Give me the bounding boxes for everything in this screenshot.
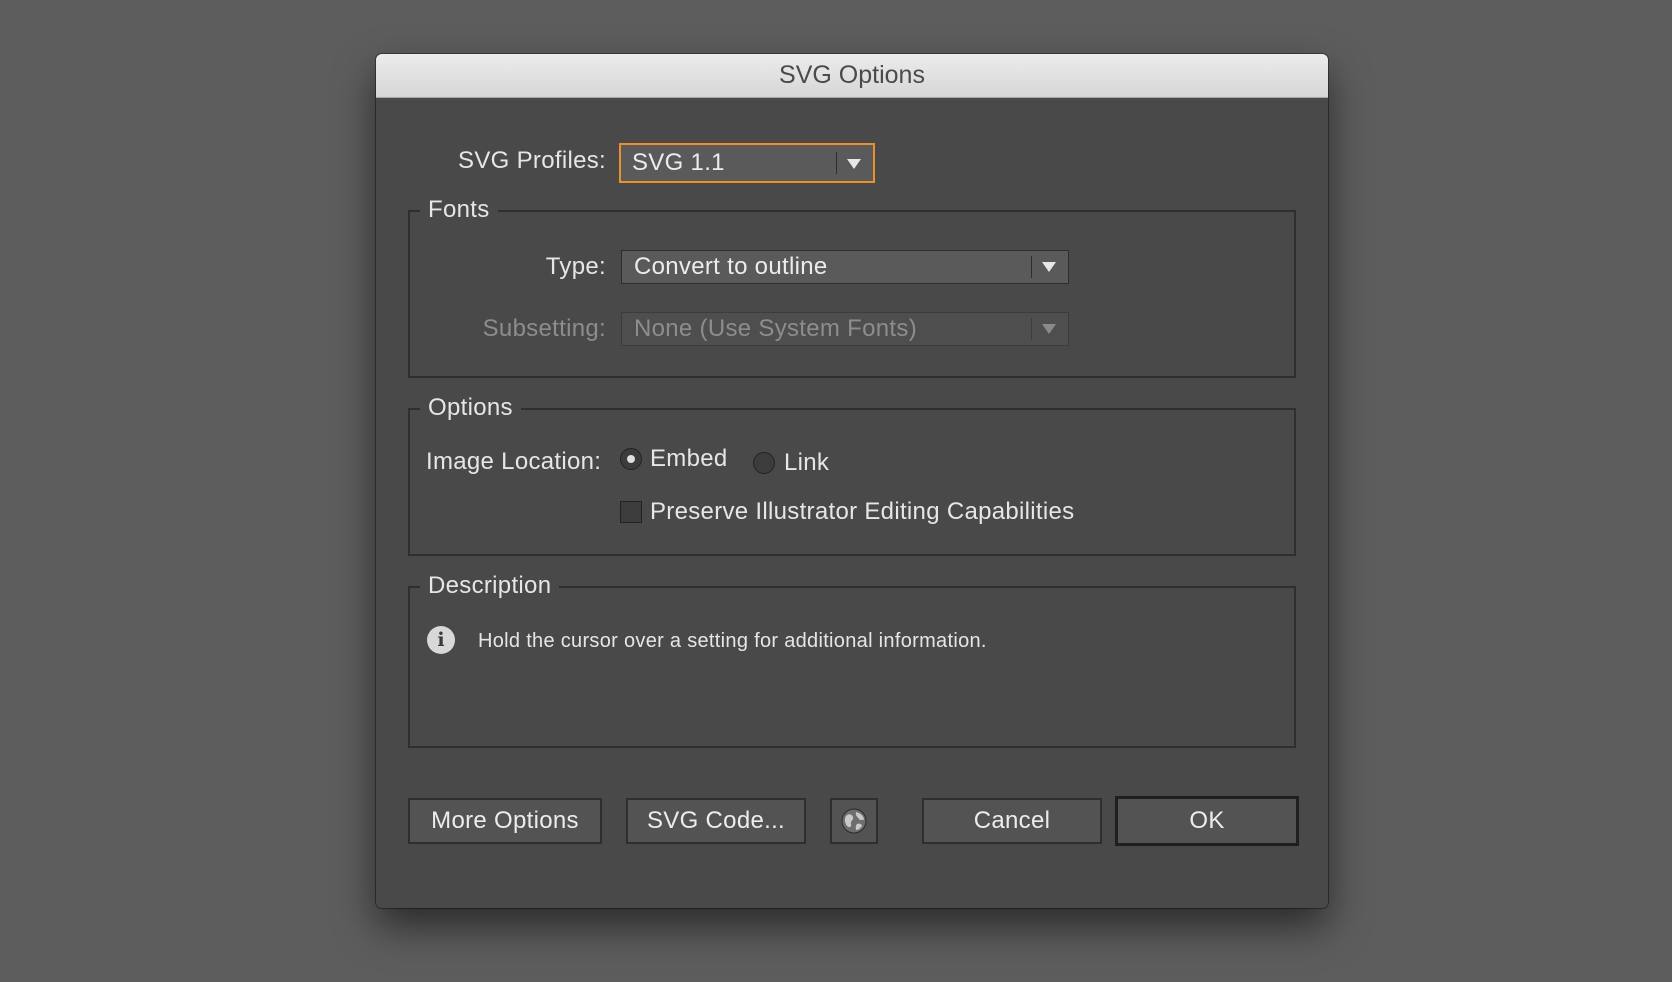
- dialog-title: SVG Options: [376, 54, 1328, 98]
- font-type-label: Type:: [545, 253, 606, 280]
- subsetting-label: Subsetting:: [482, 315, 606, 342]
- preserve-editing-checkbox[interactable]: [620, 501, 642, 523]
- svg-options-dialog: SVG Options SVG Profiles: SVG 1.1 Fonts …: [376, 54, 1328, 908]
- link-radio[interactable]: [753, 452, 775, 474]
- fonts-group: Fonts: [408, 196, 1296, 378]
- ok-button[interactable]: OK: [1115, 796, 1299, 846]
- cancel-button[interactable]: Cancel: [922, 798, 1102, 844]
- font-type-value: Convert to outline: [634, 253, 828, 280]
- description-group: Description: [408, 572, 1296, 748]
- embed-radio[interactable]: [620, 448, 642, 470]
- options-group: Options: [408, 394, 1296, 556]
- preserve-editing-label[interactable]: Preserve Illustrator Editing Capabilitie…: [650, 498, 1074, 526]
- image-location-label: Image Location:: [426, 448, 602, 475]
- description-legend: Description: [420, 572, 560, 600]
- link-label[interactable]: Link: [784, 449, 829, 477]
- description-text: Hold the cursor over a setting for addit…: [478, 630, 987, 652]
- subsetting-value: None (Use System Fonts): [634, 315, 917, 342]
- svg-code-button[interactable]: SVG Code...: [626, 798, 806, 844]
- chevron-down-icon: [1042, 262, 1056, 272]
- font-type-dropdown[interactable]: Convert to outline: [621, 250, 1069, 284]
- more-options-button[interactable]: More Options: [408, 798, 602, 844]
- options-legend: Options: [420, 394, 521, 422]
- chevron-down-icon: [1042, 324, 1056, 334]
- fonts-legend: Fonts: [420, 196, 498, 224]
- chevron-down-icon: [847, 159, 861, 169]
- svg-profiles-label: SVG Profiles:: [458, 147, 606, 174]
- info-icon: i: [427, 626, 455, 654]
- subsetting-dropdown[interactable]: None (Use System Fonts): [621, 312, 1069, 346]
- embed-label[interactable]: Embed: [650, 445, 728, 473]
- svg-profiles-dropdown[interactable]: SVG 1.1: [619, 143, 875, 183]
- svg-profiles-value: SVG 1.1: [632, 149, 725, 176]
- web-preview-button[interactable]: [830, 798, 878, 844]
- globe-icon: [841, 808, 867, 834]
